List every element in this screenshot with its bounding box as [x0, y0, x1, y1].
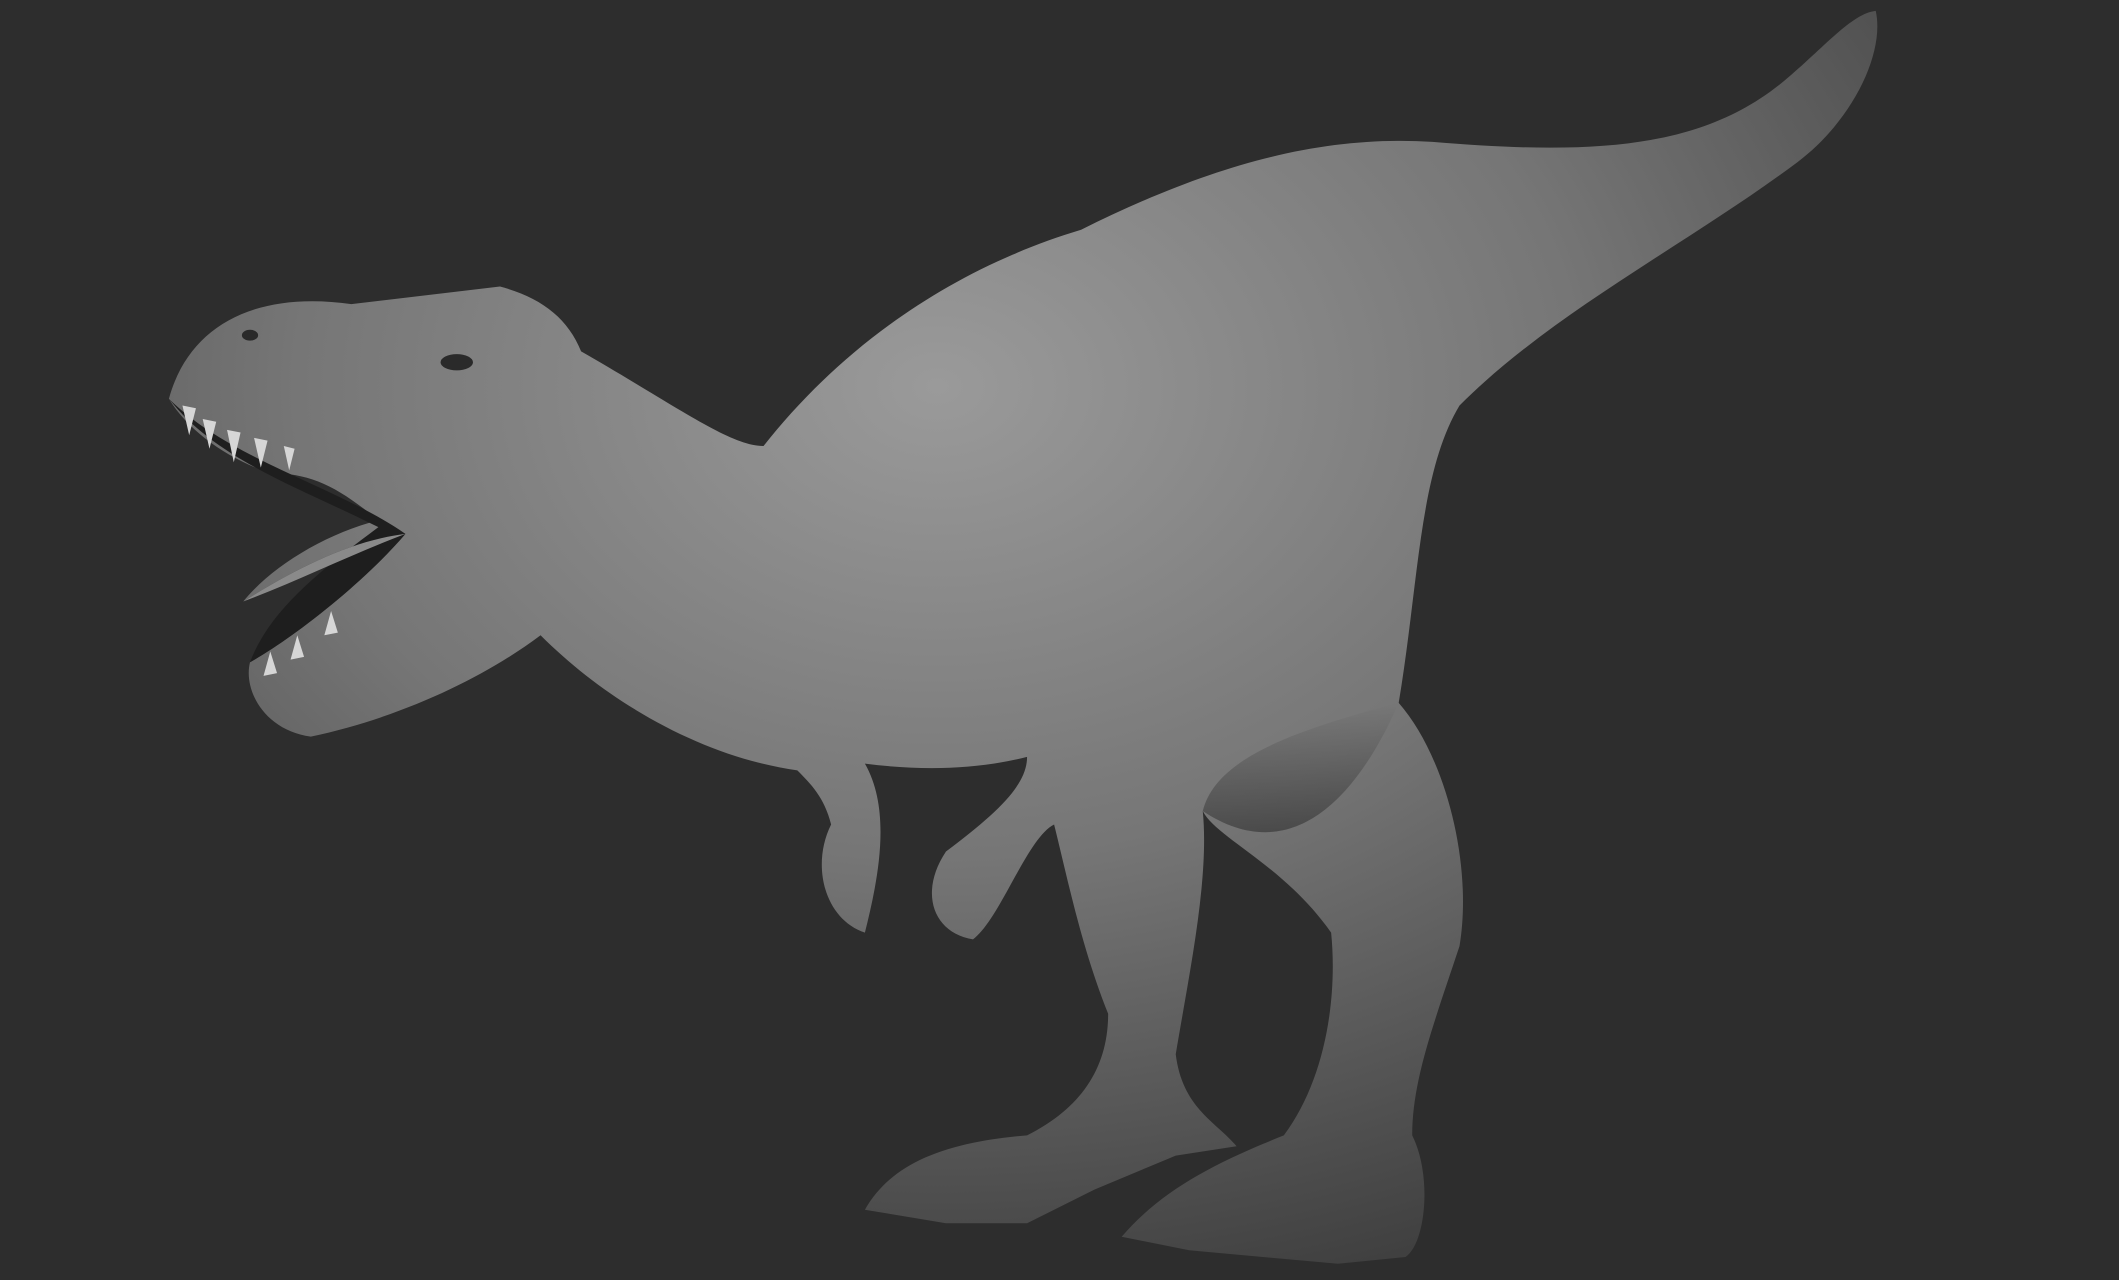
- trex-silhouette: [168, 10, 1878, 1264]
- trex-render: [168, 10, 1878, 1264]
- render-viewport: [0, 0, 2119, 1280]
- nostril: [241, 329, 259, 341]
- trex-model: [168, 10, 1878, 1264]
- eye: [440, 354, 473, 371]
